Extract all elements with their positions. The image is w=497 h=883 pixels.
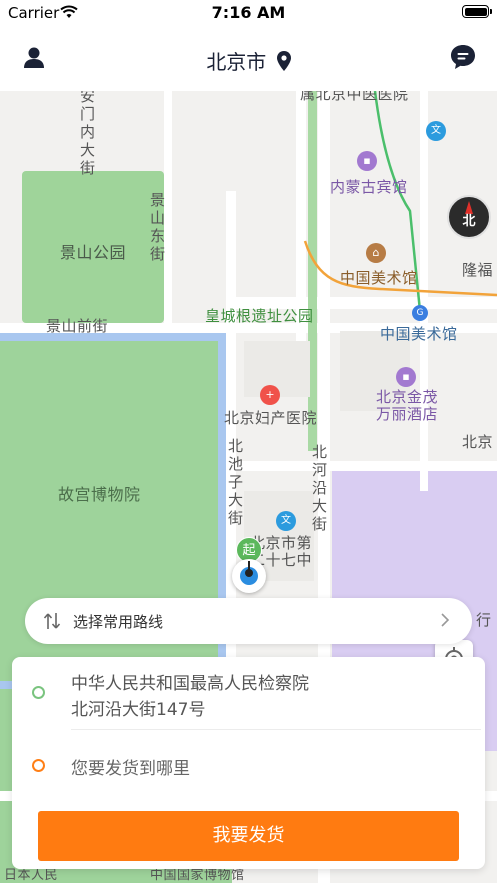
destination-placeholder: 您要发货到哪里 (71, 759, 190, 779)
map-label-beichi-street: 北池子大街 (228, 437, 244, 527)
school-poi-icon-2: 文 (426, 121, 446, 141)
compass-button[interactable]: 北 (447, 195, 491, 239)
status-time: 7:16 AM (211, 3, 286, 22)
museum-poi-icon: ⌂ (366, 243, 386, 263)
map-label-hang: 行 (476, 611, 492, 629)
map-label-beiheyan-street: 北河沿大街 (312, 443, 328, 533)
destination-dot-icon (32, 759, 45, 772)
map-label-palace-museum: 故宫博物院 (58, 485, 141, 504)
map-label-art-museum-station: 中国美术馆 (380, 325, 458, 343)
route-swap-icon (43, 613, 61, 629)
nav-bar: 北京市 (0, 26, 497, 91)
pickup-address-name: 中华人民共和国最高人民检察院 (71, 674, 309, 694)
map-label-longfu: 隆福 (462, 261, 494, 279)
hotel-poi-icon: ▪ (357, 151, 377, 171)
map-label-neimeng-hotel: 内蒙古宾馆 (330, 178, 408, 196)
map-label-anmen-street: 安门内大街 (80, 91, 96, 177)
map-label-maternity-hospital: 北京妇产医院 (224, 409, 318, 427)
city-title: 北京市 (206, 50, 267, 74)
city-selector[interactable]: 北京市 (0, 46, 497, 75)
destination-address-row[interactable]: 您要发货到哪里 (12, 731, 485, 797)
pickup-dot-icon (32, 686, 45, 699)
ship-button[interactable]: 我要发货 (38, 811, 459, 861)
status-bar: Carrier 7:16 AM (0, 0, 497, 26)
map-label-jingshan-park: 景山公园 (60, 243, 127, 262)
map-label-jingshan-front: 景山前街 (46, 317, 109, 335)
chat-icon[interactable] (449, 43, 477, 71)
map-label-national-museum: 中国国家博物馆 (150, 868, 245, 883)
map-label-jingshan-east: 景山东街 (150, 191, 166, 263)
start-marker-dot (245, 569, 253, 577)
hospital-poi-icon: + (260, 385, 280, 405)
pickup-address-row[interactable]: 中华人民共和国最高人民检察院 北河沿大街147号 (12, 657, 485, 729)
common-route-selector[interactable]: 选择常用路线 (25, 598, 472, 644)
map-label-bottom-left: 日本人民 (4, 868, 59, 883)
pickup-address-detail: 北河沿大街147号 (71, 700, 206, 720)
map-label-huangcheng-park: 皇城根遗址公园 (205, 307, 314, 325)
map-label-jinmao-hotel: 北京金茂万丽酒店 (376, 388, 439, 423)
map-label-tcm-hospital: 属北京中医医院 (300, 91, 409, 103)
route-selector-label: 选择常用路线 (73, 613, 164, 631)
hotel-poi-icon-2: ▪ (396, 367, 416, 387)
map-label-art-museum: 中国美术馆 (340, 269, 418, 287)
chevron-right-icon (441, 613, 450, 627)
address-divider (71, 729, 481, 730)
address-card: 中华人民共和国最高人民检察院 北河沿大街147号 您要发货到哪里 我要发货 (12, 657, 485, 869)
subway-station-icon: G (412, 305, 428, 321)
school-poi-icon: 文 (276, 511, 296, 531)
battery-icon (462, 5, 492, 18)
map-label-beijing-short: 北京 (462, 433, 494, 451)
compass-label: 北 (462, 214, 476, 229)
location-pin-icon (276, 50, 291, 71)
